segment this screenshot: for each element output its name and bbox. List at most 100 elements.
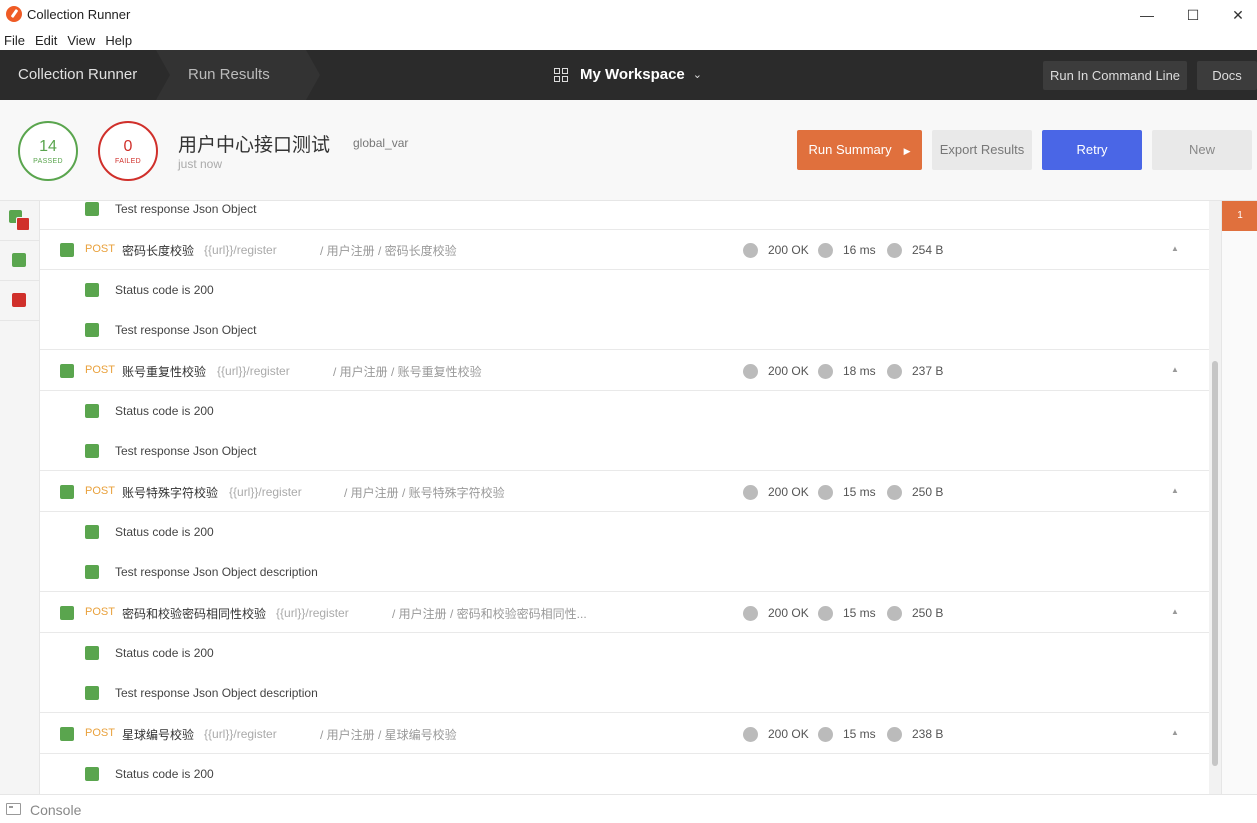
response-time: 15 ms (843, 485, 876, 499)
iteration-marker[interactable]: 1 (1222, 201, 1257, 231)
console-icon (6, 803, 21, 815)
request-method: POST (85, 727, 115, 739)
request-row[interactable]: POST 密码长度校验 {{url}}/register / 用户注册 / 密码… (40, 230, 1209, 270)
request-row[interactable]: POST 账号重复性校验 {{url}}/register / 用户注册 / 账… (40, 351, 1209, 391)
passed-counter: 14 PASSED (18, 121, 78, 181)
time-dot-icon (818, 485, 833, 500)
response-status: 200 OK (768, 727, 809, 741)
request-path: / 用户注册 / 账号特殊字符校验 (344, 486, 505, 500)
console-bar[interactable]: Console (0, 794, 1257, 823)
request-pass-icon (60, 485, 74, 499)
test-result-row: Test response Json Object (40, 310, 1209, 350)
test-pass-icon (85, 565, 99, 579)
response-size: 250 B (912, 485, 944, 499)
all-filter-red-icon (16, 217, 30, 231)
failed-counter: 0 FAILED (98, 121, 158, 181)
menu-help[interactable]: Help (101, 30, 136, 50)
test-result-row: Test response Json Object description (40, 552, 1209, 592)
docs-button[interactable]: Docs (1197, 61, 1257, 90)
passed-filter-icon (12, 253, 26, 267)
test-name: Test response Json Object (115, 202, 257, 216)
results-list: Test response Json Object POST 密码长度校验 {{… (40, 201, 1209, 794)
run-in-command-line-button[interactable]: Run In Command Line (1043, 61, 1187, 90)
new-button[interactable]: New (1152, 130, 1252, 170)
test-pass-icon (85, 283, 99, 297)
test-name: Status code is 200 (115, 767, 214, 781)
test-result-row: Status code is 200 (40, 633, 1209, 673)
request-row[interactable]: POST 密码和校验密码相同性校验 {{url}}/register / 用户注… (40, 593, 1209, 633)
results-scrollbar[interactable] (1209, 201, 1221, 794)
collection-name: 用户中心接口测试 (178, 135, 331, 156)
test-name: Test response Json Object (115, 444, 257, 458)
test-result-row: Test response Json Object (40, 201, 1209, 230)
breadcrumb-run-results[interactable]: Run Results (156, 50, 306, 100)
size-dot-icon (887, 727, 902, 742)
passed-label: PASSED (33, 158, 63, 165)
breadcrumb-collection-runner[interactable]: Collection Runner (0, 50, 156, 100)
test-name: Test response Json Object description (115, 686, 318, 700)
request-url: {{url}}/register (229, 485, 302, 499)
chevron-down-icon: ⌄ (692, 69, 702, 81)
menu-view[interactable]: View (63, 30, 99, 50)
minimize-button[interactable]: — (1135, 4, 1159, 26)
workspace-switcher[interactable]: My Workspace ⌄ (554, 66, 702, 83)
request-name: 账号重复性校验 (122, 365, 207, 379)
request-url: {{url}}/register (204, 243, 277, 257)
passed-count: 14 (39, 138, 57, 155)
request-pass-icon (60, 364, 74, 378)
response-status: 200 OK (768, 606, 809, 620)
menu-file[interactable]: File (0, 30, 29, 50)
time-dot-icon (818, 727, 833, 742)
test-name: Status code is 200 (115, 404, 214, 418)
status-dot-icon (743, 364, 758, 379)
size-dot-icon (887, 606, 902, 621)
request-row[interactable]: POST 账号特殊字符校验 {{url}}/register / 用户注册 / … (40, 472, 1209, 512)
breadcrumb-separator (156, 50, 170, 100)
request-url: {{url}}/register (276, 606, 349, 620)
scrollbar-thumb[interactable] (1212, 361, 1218, 766)
request-name: 星球编号校验 (122, 728, 195, 742)
export-results-button[interactable]: Export Results (932, 130, 1032, 170)
run-summary-label: Run Summary (808, 142, 892, 157)
request-method: POST (85, 364, 115, 376)
test-pass-icon (85, 404, 99, 418)
test-name: Status code is 200 (115, 525, 214, 539)
request-method: POST (85, 243, 115, 255)
collapse-caret-icon[interactable]: ▲ (1171, 486, 1179, 495)
test-result-row: Status code is 200 (40, 754, 1209, 794)
response-status: 200 OK (768, 485, 809, 499)
request-name: 密码长度校验 (122, 244, 195, 258)
test-result-row: Test response Json Object (40, 431, 1209, 471)
collapse-caret-icon[interactable]: ▲ (1171, 728, 1179, 737)
failed-count: 0 (123, 138, 133, 155)
filter-all[interactable] (0, 201, 39, 241)
test-name: Status code is 200 (115, 283, 214, 297)
collapse-caret-icon[interactable]: ▲ (1171, 365, 1179, 374)
response-time: 18 ms (843, 364, 876, 378)
response-size: 238 B (912, 727, 944, 741)
workspace-grid-icon (554, 67, 568, 82)
test-pass-icon (85, 323, 99, 337)
close-button[interactable]: ✕ (1226, 4, 1250, 26)
request-path: / 用户注册 / 密码和校验密码相同性... (392, 607, 587, 621)
status-dot-icon (743, 606, 758, 621)
test-name: Test response Json Object description (115, 565, 318, 579)
collapse-caret-icon[interactable]: ▲ (1171, 244, 1179, 253)
maximize-button[interactable]: ☐ (1181, 4, 1205, 26)
filter-passed[interactable] (0, 241, 39, 281)
request-pass-icon (60, 727, 74, 741)
retry-button[interactable]: Retry (1042, 130, 1142, 170)
menu-edit[interactable]: Edit (31, 30, 61, 50)
request-url: {{url}}/register (217, 364, 290, 378)
size-dot-icon (887, 364, 902, 379)
response-status: 200 OK (768, 364, 809, 378)
request-path: / 用户注册 / 账号重复性校验 (333, 365, 482, 379)
request-row[interactable]: POST 星球编号校验 {{url}}/register / 用户注册 / 星球… (40, 714, 1209, 754)
response-size: 254 B (912, 243, 944, 257)
test-pass-icon (85, 444, 99, 458)
response-status: 200 OK (768, 243, 809, 257)
run-summary-button[interactable]: Run Summary ▶ (797, 130, 922, 170)
filter-failed[interactable] (0, 281, 39, 321)
collapse-caret-icon[interactable]: ▲ (1171, 607, 1179, 616)
test-pass-icon (85, 767, 99, 781)
